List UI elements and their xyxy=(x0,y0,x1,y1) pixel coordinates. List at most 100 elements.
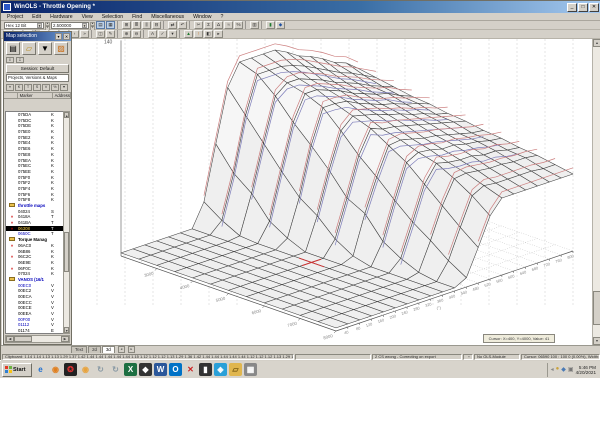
zoom-out-button-icon[interactable]: ⊖ xyxy=(132,30,141,38)
panel-horizontal-scrollbar[interactable]: ◀ ▶ xyxy=(5,335,70,343)
import-folder-button-icon[interactable]: ▨ xyxy=(54,42,68,55)
scroll-down-icon[interactable]: ▼ xyxy=(64,327,69,333)
tray-icon-2[interactable]: ● xyxy=(556,366,560,373)
scroll-left-icon[interactable]: ◀ xyxy=(6,336,14,342)
map-list[interactable]: 075DA K 075DC K 075DE K 075E0 K 075E2 K 075E4 K 075E… xyxy=(5,111,63,334)
save-map-button-icon[interactable]: ▤ xyxy=(6,42,20,55)
taskbar-icon-sync2[interactable]: ↻ xyxy=(109,363,122,376)
upload-orange-button-icon[interactable]: ↑ xyxy=(194,30,203,38)
taskbar-icon-chrome[interactable]: ◉ xyxy=(79,363,92,376)
menu-?[interactable]: ? xyxy=(221,14,224,20)
taskbar-icon-outlook[interactable]: O xyxy=(169,363,182,376)
columns-button-icon[interactable]: ⫼ xyxy=(142,21,151,29)
tab-scroll-left-icon[interactable]: ◂ xyxy=(117,346,125,353)
panel-menu-button[interactable]: ▾ xyxy=(55,33,62,40)
tab-3d[interactable]: 3d xyxy=(101,346,115,353)
tray-icon-1[interactable]: ◂ xyxy=(551,366,554,373)
start-button[interactable]: Start xyxy=(2,362,32,377)
chart-vertical-scrollbar[interactable]: ▲ ▼ xyxy=(592,39,600,345)
panel-title-bar[interactable]: Map selection ▾ ✕ xyxy=(4,32,71,41)
cut-button-icon[interactable]: ✂ xyxy=(194,21,203,29)
taskbar-icon-sync1[interactable]: ↻ xyxy=(94,363,107,376)
scroll-up-icon[interactable]: ▲ xyxy=(593,39,600,47)
list-header[interactable]: Marker Address xyxy=(4,92,71,99)
taskbar-icon-folder[interactable]: ▱ xyxy=(229,363,242,376)
export-up-button-icon[interactable]: ↥ xyxy=(6,57,14,63)
factor-combo[interactable]: 2.500000 ▾ xyxy=(51,21,89,29)
menu-miscellaneous[interactable]: Miscellaneous xyxy=(151,14,184,20)
menu-project[interactable]: Project xyxy=(7,14,23,20)
grid-button-icon[interactable]: ⊞ xyxy=(122,21,131,29)
factor-spinner[interactable]: ▲ ▼ xyxy=(90,21,95,31)
menu-find[interactable]: Find xyxy=(132,14,142,20)
menu-hardware[interactable]: Hardware xyxy=(50,14,73,20)
filter-button-4[interactable]: S xyxy=(33,84,41,91)
undo-button-icon[interactable]: ↶ xyxy=(178,21,187,29)
maximize-button[interactable]: □ xyxy=(578,2,588,12)
menu-view[interactable]: View xyxy=(82,14,93,20)
open-folder-button-icon[interactable]: ▱ xyxy=(22,42,36,55)
filter-button-3[interactable]: T xyxy=(24,84,32,91)
session-button[interactable]: Session: Default xyxy=(6,64,69,73)
taskbar-icon-teamviewer[interactable]: ◈ xyxy=(214,363,227,376)
menu-edit[interactable]: Edit xyxy=(32,14,41,20)
filter-button-1[interactable]: ≡ xyxy=(6,84,14,91)
column-address[interactable]: Marker xyxy=(18,93,53,98)
tray-icon-4[interactable]: ▣ xyxy=(568,366,574,373)
apply-button-icon[interactable]: ✓ xyxy=(158,30,167,38)
taskbar-icon-tool[interactable]: ◆ xyxy=(139,363,152,376)
taskbar-icon-settings[interactable]: ▦ xyxy=(244,363,257,376)
scroll-down-icon[interactable]: ▼ xyxy=(593,337,600,345)
folder-dropdown-button-icon[interactable]: ▼ xyxy=(38,42,52,55)
last-map-button-icon[interactable]: » xyxy=(80,30,89,38)
scroll-right-icon[interactable]: ▶ xyxy=(61,336,69,342)
view-2d-button-icon[interactable]: ▤ xyxy=(96,21,105,29)
scrollbar-thumb[interactable] xyxy=(64,232,69,272)
taskbar-icon-word[interactable]: W xyxy=(154,363,167,376)
tab-scroll-right-icon[interactable]: ▸ xyxy=(127,346,135,353)
selection-button-icon[interactable]: ◫ xyxy=(96,30,105,38)
filter-button-6[interactable]: % xyxy=(51,84,59,91)
map-pack-button-icon[interactable]: ▥ xyxy=(250,21,259,29)
help-button-icon[interactable]: ▸ xyxy=(214,30,223,38)
tab-text[interactable]: Text xyxy=(71,346,88,353)
scrollbar-thumb[interactable] xyxy=(593,291,600,325)
taskbar-icon-console[interactable]: ▮ xyxy=(199,363,212,376)
panel-close-icon[interactable]: ✕ xyxy=(63,33,70,40)
swap-axes-button-icon[interactable]: ⇄ xyxy=(168,21,177,29)
taskbar-icon-close-red[interactable]: ✕ xyxy=(184,363,197,376)
scroll-up-icon[interactable]: ▲ xyxy=(64,112,69,118)
view-3d-button-icon[interactable]: ▦ xyxy=(106,21,115,29)
window-split-button-icon[interactable]: ◧ xyxy=(204,30,213,38)
filter-button-2[interactable]: K xyxy=(15,84,23,91)
taskbar-icon-media[interactable]: ◉ xyxy=(49,363,62,376)
filter-button-5[interactable]: V xyxy=(42,84,50,91)
format-spinner[interactable]: ▲ ▼ xyxy=(45,21,50,31)
export-down-button-icon[interactable]: ↧ xyxy=(16,57,24,63)
original-green-button-icon[interactable]: ▮ xyxy=(266,21,275,29)
edit-button-icon[interactable]: ✎ xyxy=(106,30,115,38)
dropdown-button-icon[interactable]: ▾ xyxy=(168,30,177,38)
list-scrollbar[interactable]: ▲ ▼ xyxy=(63,111,70,334)
column-type[interactable]: Address xyxy=(53,93,71,98)
value-format-combo[interactable]: Hex 12 Bit ▾ xyxy=(4,21,44,29)
scrollbar-thumb[interactable] xyxy=(14,336,32,342)
taskbar-icon-winols[interactable]: ✪ xyxy=(64,363,77,376)
text-mode-button-icon[interactable]: A xyxy=(148,30,157,38)
sum-button-icon[interactable]: Σ xyxy=(204,21,213,29)
taskbar-icon-ie[interactable]: e xyxy=(34,363,47,376)
filter-button-7[interactable]: ▾ xyxy=(60,84,68,91)
minimize-button[interactable]: _ xyxy=(567,2,577,12)
tab-2d[interactable]: 2d xyxy=(88,346,101,353)
view-mode-combo[interactable]: Projects, Versions & Maps xyxy=(6,74,69,82)
compare-blue-button-icon[interactable]: ◆ xyxy=(276,21,285,29)
zoom-in-button-icon[interactable]: ⊕ xyxy=(122,30,131,38)
column-marker[interactable] xyxy=(4,93,18,98)
sync-green-button-icon[interactable]: ▲ xyxy=(184,30,193,38)
table-button-icon[interactable]: ⊟ xyxy=(152,21,161,29)
delta-button-icon[interactable]: Δ xyxy=(214,21,223,29)
rows-button-icon[interactable]: ≣ xyxy=(132,21,141,29)
percent-button-icon[interactable]: % xyxy=(234,21,243,29)
title-bar[interactable]: WinOLS - Throttle Opening * _ □ ✕ xyxy=(1,1,600,13)
tray-icon-3[interactable]: ◆ xyxy=(561,366,566,373)
